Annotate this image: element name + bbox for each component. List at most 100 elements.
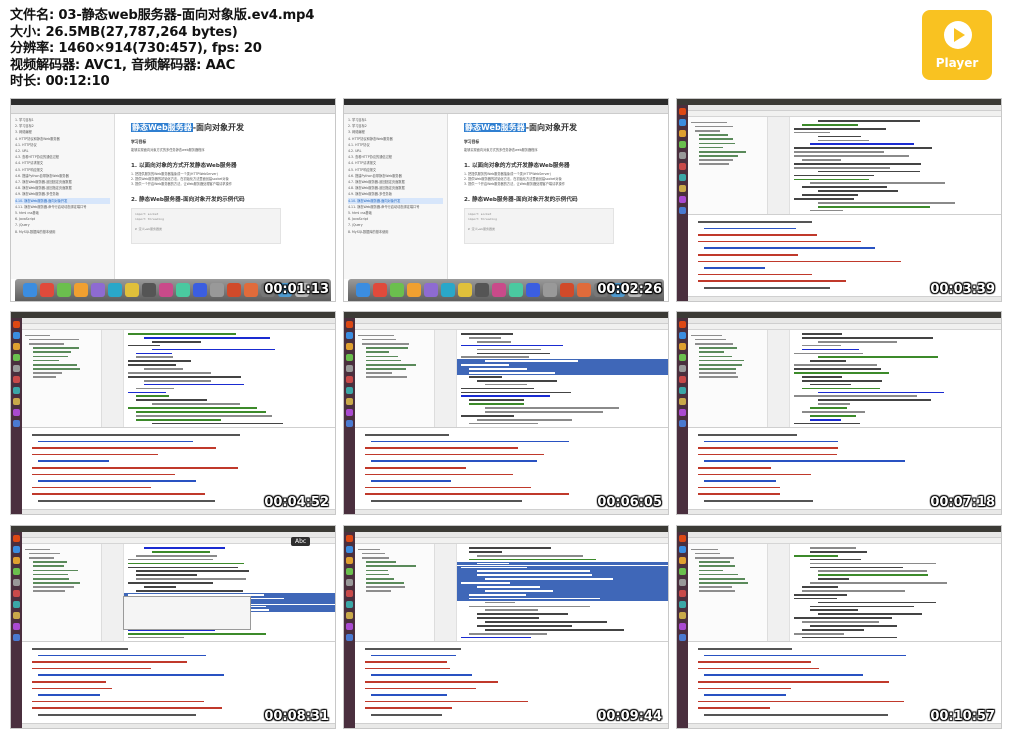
tree-item[interactable]: [366, 355, 399, 358]
tree-item[interactable]: [699, 347, 737, 349]
dock-app-icon[interactable]: [424, 283, 438, 297]
tree-item[interactable]: [695, 338, 727, 341]
launcher-app-icon[interactable]: [679, 535, 686, 542]
tree-item[interactable]: [695, 129, 721, 132]
tree-item[interactable]: [366, 565, 416, 567]
sidebar-item[interactable]: 8. MySQL数据库的基本使用: [15, 229, 110, 235]
tree-item[interactable]: [699, 368, 736, 370]
dock-app-icon[interactable]: [108, 283, 122, 297]
tree-item[interactable]: [362, 552, 385, 555]
launcher-app-icon[interactable]: [346, 321, 353, 328]
tree-item[interactable]: [699, 372, 736, 374]
launcher-app-icon[interactable]: [679, 174, 686, 181]
launcher-app-icon[interactable]: [346, 601, 353, 608]
tree-item[interactable]: [33, 372, 63, 374]
launcher-app-icon[interactable]: [13, 387, 20, 394]
tree-item[interactable]: [699, 142, 736, 145]
tree-item[interactable]: [699, 363, 742, 366]
tree-item[interactable]: [33, 561, 67, 563]
launcher-app-icon[interactable]: [13, 612, 20, 619]
tree-item[interactable]: [33, 586, 74, 588]
launcher-app-icon[interactable]: [679, 332, 686, 339]
tree-item[interactable]: [699, 565, 736, 567]
launcher-app-icon[interactable]: [679, 409, 686, 416]
tree-item[interactable]: [699, 590, 736, 593]
launcher-app-icon[interactable]: [679, 119, 686, 126]
dock-app-icon[interactable]: [458, 283, 472, 297]
tree-item[interactable]: [33, 582, 80, 584]
tree-item[interactable]: [29, 338, 79, 341]
tree-item[interactable]: [362, 338, 397, 341]
dock-app-icon[interactable]: [244, 283, 258, 297]
video-thumbnail[interactable]: 00:09:44: [343, 525, 669, 729]
tree-item[interactable]: [695, 552, 720, 555]
dock-app-icon[interactable]: [577, 283, 591, 297]
launcher-app-icon[interactable]: [679, 163, 686, 170]
tree-item[interactable]: [699, 582, 748, 584]
launcher-app-icon[interactable]: [13, 376, 20, 383]
tree-item[interactable]: [699, 138, 734, 140]
launcher-app-icon[interactable]: [346, 579, 353, 586]
launcher-app-icon[interactable]: [346, 387, 353, 394]
video-thumbnail[interactable]: 00:03:39: [676, 98, 1002, 302]
launcher-app-icon[interactable]: [13, 365, 20, 372]
tree-item[interactable]: [33, 577, 70, 580]
video-thumbnail[interactable]: 00:10:57: [676, 525, 1002, 729]
sidebar-item[interactable]: 8. MySQL数据库的基本使用: [348, 229, 443, 235]
launcher-app-icon[interactable]: [13, 321, 20, 328]
video-thumbnail[interactable]: 00:06:05: [343, 311, 669, 515]
tree-item[interactable]: [366, 347, 409, 349]
launcher-app-icon[interactable]: [346, 420, 353, 427]
video-thumbnail[interactable]: Abc 00:08:31: [10, 525, 336, 729]
tree-item[interactable]: [366, 376, 407, 379]
dock-app-icon[interactable]: [193, 283, 207, 297]
launcher-app-icon[interactable]: [346, 634, 353, 641]
launcher-app-icon[interactable]: [13, 590, 20, 597]
code-editor[interactable]: [435, 330, 668, 427]
dock-app-icon[interactable]: [407, 283, 421, 297]
tree-item[interactable]: [366, 351, 390, 353]
tree-item[interactable]: [33, 569, 78, 572]
dock-app-icon[interactable]: [142, 283, 156, 297]
launcher-app-icon[interactable]: [346, 398, 353, 405]
launcher-app-icon[interactable]: [679, 376, 686, 383]
tree-item[interactable]: [691, 121, 727, 124]
launcher-app-icon[interactable]: [346, 557, 353, 564]
code-editor[interactable]: [768, 544, 1001, 641]
launcher-app-icon[interactable]: [13, 634, 20, 641]
dock-app-icon[interactable]: [74, 283, 88, 297]
launcher-app-icon[interactable]: [13, 546, 20, 553]
tree-item[interactable]: [691, 548, 718, 551]
tree-item[interactable]: [366, 586, 406, 588]
video-thumbnail[interactable]: 1. 学习目标1 2. 学习目标2 3. 网络编程 4. HTTP协议和静态Web服务…: [343, 98, 669, 302]
tree-item[interactable]: [695, 342, 733, 345]
launcher-app-icon[interactable]: [13, 557, 20, 564]
tree-item[interactable]: [699, 155, 738, 157]
dock-app-icon[interactable]: [509, 283, 523, 297]
dock-app-icon[interactable]: [210, 283, 224, 297]
launcher-app-icon[interactable]: [346, 354, 353, 361]
launcher-app-icon[interactable]: [346, 376, 353, 383]
tree-item[interactable]: [699, 150, 746, 153]
launcher-app-icon[interactable]: [679, 568, 686, 575]
launcher-app-icon[interactable]: [679, 590, 686, 597]
launcher-app-icon[interactable]: [346, 535, 353, 542]
tree-item[interactable]: [362, 342, 409, 345]
tree-item[interactable]: [33, 368, 81, 370]
tree-item[interactable]: [33, 351, 72, 353]
launcher-app-icon[interactable]: [679, 108, 686, 115]
launcher-app-icon[interactable]: [679, 557, 686, 564]
tree-item[interactable]: [29, 556, 54, 559]
launcher-app-icon[interactable]: [679, 546, 686, 553]
dock-app-icon[interactable]: [560, 283, 574, 297]
tree-item[interactable]: [366, 359, 402, 362]
dock-app-icon[interactable]: [390, 283, 404, 297]
launcher-app-icon[interactable]: [679, 343, 686, 350]
tree-item[interactable]: [33, 376, 56, 379]
tree-item[interactable]: [691, 334, 723, 337]
autocomplete-popup[interactable]: [123, 596, 251, 630]
tree-item[interactable]: [366, 569, 389, 572]
code-editor[interactable]: [102, 330, 335, 427]
launcher-app-icon[interactable]: [679, 141, 686, 148]
tree-item[interactable]: [33, 565, 64, 567]
